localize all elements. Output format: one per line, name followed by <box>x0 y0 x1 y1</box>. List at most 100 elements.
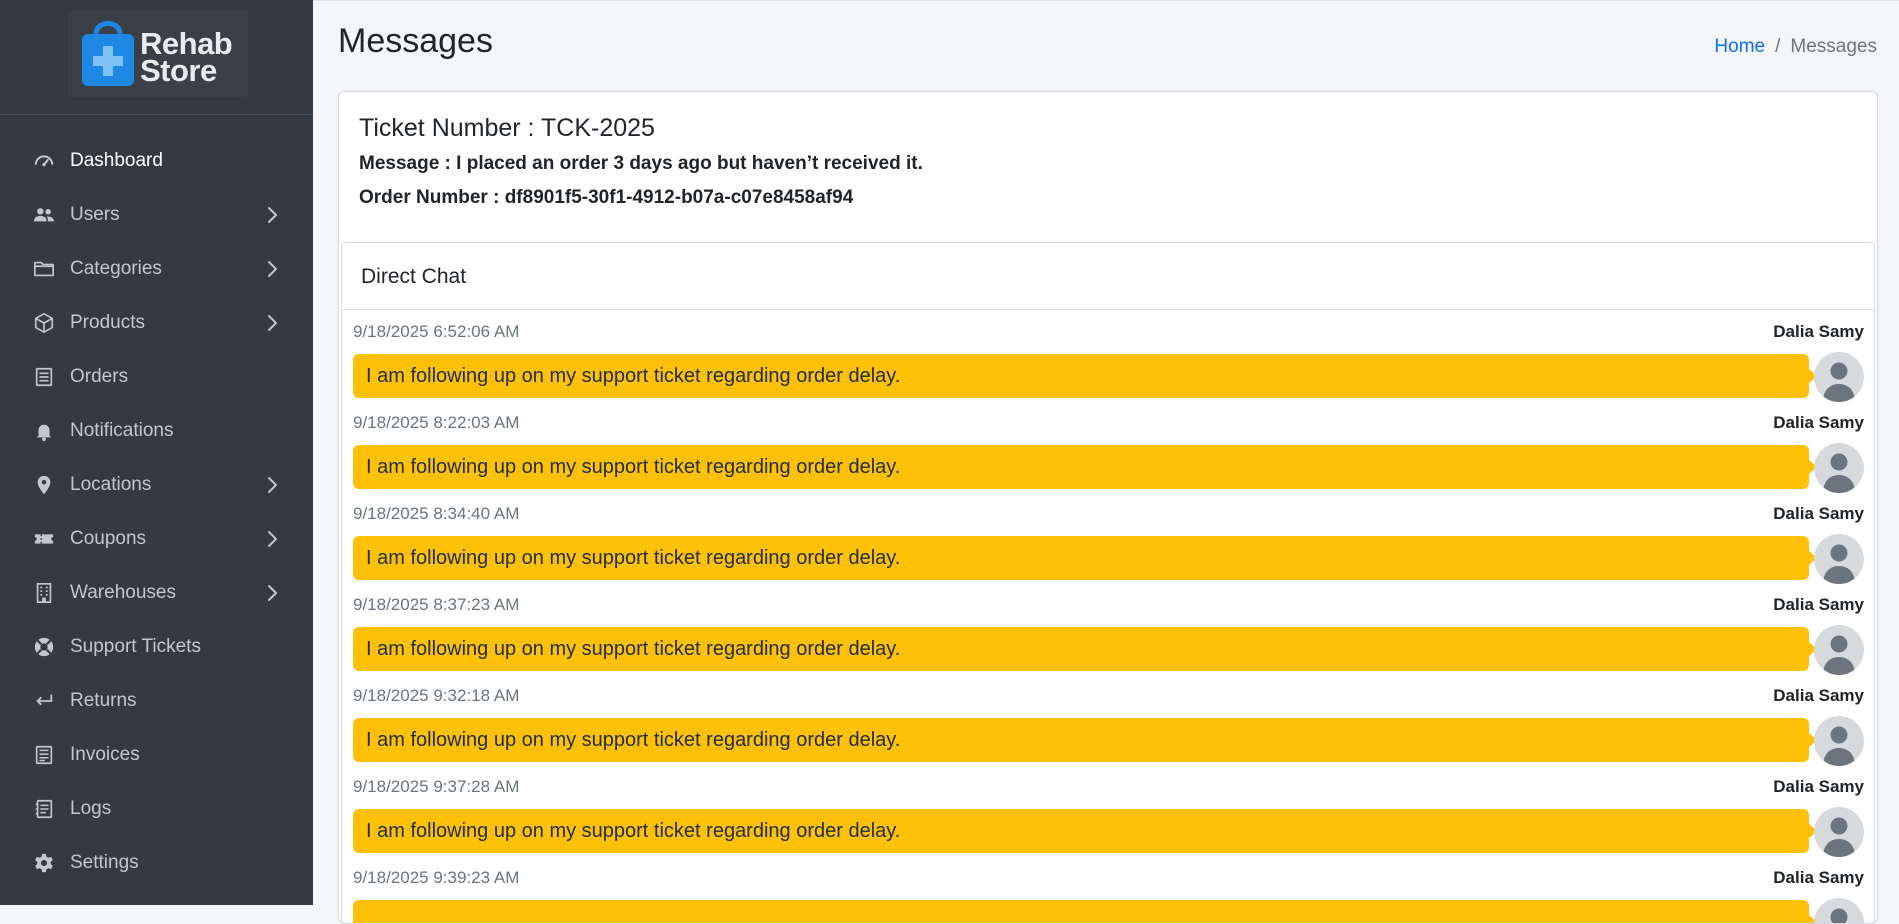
tachometer-icon <box>33 150 55 172</box>
message-text: I am following up on my support ticket r… <box>366 638 900 661</box>
sidebar-nav: Dashboard Users Categories Products Orders No… <box>0 134 313 890</box>
life-ring-icon <box>33 636 55 658</box>
breadcrumb-separator: / <box>1775 36 1780 57</box>
brand-line2: Store <box>140 57 240 84</box>
ticket-message: Message : I placed an order 3 days ago b… <box>359 153 923 175</box>
message-bubble: I am following up on my support ticket r… <box>353 809 1809 853</box>
message-bubble: I am following up on my support ticket r… <box>353 627 1809 671</box>
message-bubble: I am following up on my support ticket r… <box>353 718 1809 762</box>
chevron-right-icon[interactable] <box>262 259 282 279</box>
ticket-card: Ticket Number : TCK-2025 Message : I pla… <box>338 91 1878 923</box>
chevron-right-icon[interactable] <box>262 529 282 549</box>
avatar <box>1814 625 1864 675</box>
sidebar-item-notifications[interactable]: Notifications <box>0 404 313 458</box>
sidebar-item-logs[interactable]: Logs <box>0 782 313 836</box>
brand-name: Rehab Store <box>140 30 240 84</box>
receipt-icon <box>33 366 55 388</box>
gear-icon <box>33 852 55 874</box>
folder-icon <box>33 258 55 280</box>
sidebar-item-label: Returns <box>70 690 137 712</box>
shopping-bag-plus-icon <box>80 16 136 88</box>
chevron-right-icon[interactable] <box>262 475 282 495</box>
chat-message: 9/18/2025 8:37:23 AM Dalia Samy I am follo… <box>342 583 1874 674</box>
breadcrumb-current: Messages <box>1790 36 1877 57</box>
map-pin-icon <box>33 474 55 496</box>
header-divider <box>313 0 1899 1</box>
ticket-info: Ticket Number : TCK-2025 Message : I pla… <box>359 114 923 221</box>
return-arrow-icon <box>33 690 55 712</box>
user-avatar-icon <box>1814 387 1864 402</box>
building-icon <box>33 582 55 604</box>
chat-message: 9/18/2025 9:37:28 AMDalia SamyI am follo… <box>342 765 1874 856</box>
sidebar-item-products[interactable]: Products <box>0 296 313 350</box>
message-timestamp: 9/18/2025 8:22:03 AM <box>353 413 519 433</box>
ticket-number: Ticket Number : TCK-2025 <box>359 114 923 143</box>
breadcrumb-home-link[interactable]: Home <box>1714 36 1765 57</box>
message-sender: Dalia Samy <box>1773 686 1864 706</box>
sidebar-item-users[interactable]: Users <box>0 188 313 242</box>
message-sender: Dalia Samy <box>1773 504 1864 524</box>
chat-header: Direct Chat <box>342 243 1874 310</box>
sidebar-item-label: Notifications <box>70 420 174 442</box>
message-timestamp: 9/18/2025 9:39:23 AM <box>353 868 519 888</box>
users-icon <box>33 204 55 226</box>
message-sender: Dalia Samy <box>1773 322 1864 342</box>
ticket-order-number: Order Number : df8901f5-30f1-4912-b07a-c… <box>359 187 923 209</box>
message-sender: Dalia Samy <box>1773 413 1864 433</box>
sidebar-item-coupons[interactable]: Coupons <box>0 512 313 566</box>
chat-message: 9/18/2025 6:52:06 AM Dalia Samy I am follo… <box>342 310 1874 401</box>
avatar <box>1814 443 1864 493</box>
sidebar-item-locations[interactable]: Locations <box>0 458 313 512</box>
message-bubble: I am following up on my support ticket r… <box>353 445 1809 489</box>
chevron-right-icon[interactable] <box>262 313 282 333</box>
message-timestamp: 9/18/2025 6:52:06 AM <box>353 322 519 342</box>
avatar <box>1814 352 1864 402</box>
sidebar-item-label: Logs <box>70 798 111 820</box>
message-timestamp: 9/18/2025 8:37:23 AM <box>353 595 519 615</box>
user-avatar-icon <box>1814 660 1864 675</box>
sidebar-item-label: Coupons <box>70 528 146 550</box>
chat-message: 9/18/2025 9:32:18 AM Dalia Samy I am follo… <box>342 674 1874 765</box>
chevron-right-icon[interactable] <box>262 583 282 603</box>
sidebar-item-label: Orders <box>70 366 128 388</box>
chat-message: 9/18/2025 8:22:03 AM Dalia Samy I am follo… <box>342 401 1874 492</box>
message-text: I am following up on my support ticket r… <box>366 547 900 570</box>
brand[interactable]: Rehab Store <box>0 0 313 115</box>
user-avatar-icon <box>1814 478 1864 493</box>
sidebar-item-invoices[interactable]: Invoices <box>0 728 313 782</box>
sidebar-item-dashboard[interactable]: Dashboard <box>0 134 313 188</box>
sidebar-item-label: Categories <box>70 258 162 280</box>
sidebar-item-returns[interactable]: Returns <box>0 674 313 728</box>
sidebar-item-warehouses[interactable]: Warehouses <box>0 566 313 620</box>
sidebar-item-label: Products <box>70 312 145 334</box>
bell-icon <box>33 420 55 442</box>
message-timestamp: 9/18/2025 9:32:18 AM <box>353 686 519 706</box>
message-timestamp: 9/18/2025 9:37:28 AM <box>353 777 519 797</box>
user-avatar-icon <box>1814 751 1864 766</box>
chevron-right-icon[interactable] <box>262 205 282 225</box>
ticket-icon <box>33 528 55 550</box>
chat-title: Direct Chat <box>361 265 466 289</box>
breadcrumb: Home / Messages <box>1714 36 1877 58</box>
sidebar-item-label: Dashboard <box>70 150 163 172</box>
sidebar-item-orders[interactable]: Orders <box>0 350 313 404</box>
message-bubble: I am following up on my support ticket r… <box>353 354 1809 398</box>
avatar <box>1814 534 1864 584</box>
message-text: I am following up on my support ticket r… <box>366 365 900 388</box>
sidebar-item-label: Users <box>70 204 120 226</box>
user-avatar-icon <box>1814 842 1864 857</box>
message-bubble: I am following up on my support ticket r… <box>353 536 1809 580</box>
message-timestamp: 9/18/2025 8:34:40 AM <box>353 504 519 524</box>
message-text: I am following up on my support ticket r… <box>366 729 900 752</box>
chat-messages[interactable]: 9/18/2025 6:52:06 AM Dalia Samy I am follo… <box>342 310 1874 924</box>
sidebar-item-settings[interactable]: Settings <box>0 836 313 890</box>
sidebar-item-categories[interactable]: Categories <box>0 242 313 296</box>
page-title: Messages <box>338 22 493 61</box>
user-avatar-icon <box>1814 569 1864 584</box>
message-sender: Dalia Samy <box>1773 595 1864 615</box>
sidebar-item-label: Support Tickets <box>70 636 201 658</box>
message-sender: Dalia Samy <box>1773 868 1864 888</box>
sidebar-item-label: Locations <box>70 474 151 496</box>
sidebar-item-support-tickets[interactable]: Support Tickets <box>0 620 313 674</box>
brand-logo[interactable]: Rehab Store <box>68 10 248 97</box>
